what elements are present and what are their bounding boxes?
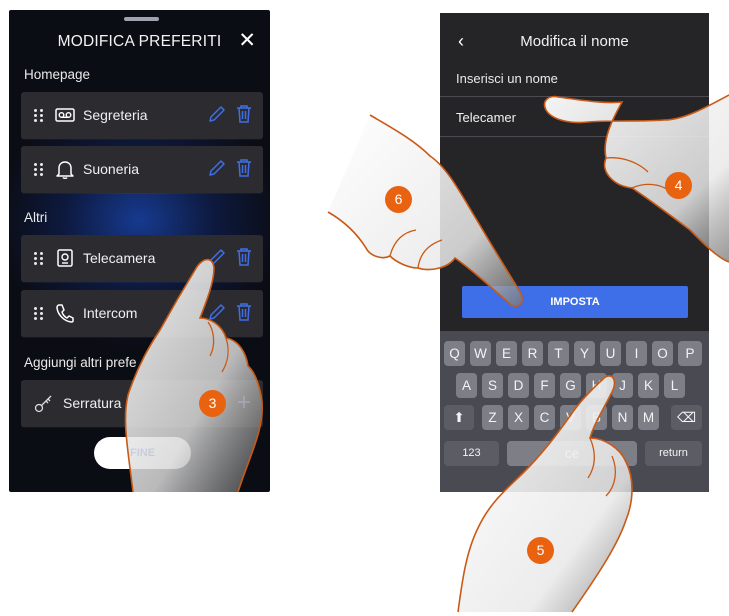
key-k[interactable]: K: [638, 373, 659, 398]
key-l[interactable]: L: [664, 373, 685, 398]
key-o[interactable]: O: [652, 341, 673, 366]
key-r[interactable]: R: [522, 341, 543, 366]
step-badge: 5: [527, 537, 554, 564]
favorite-item-telecamera: Telecamera: [21, 235, 263, 282]
drag-handle[interactable]: [124, 17, 159, 21]
key-t[interactable]: T: [548, 341, 569, 366]
edit-pencil-icon[interactable]: [207, 104, 227, 124]
trash-icon[interactable]: [235, 158, 253, 178]
key-n[interactable]: N: [612, 405, 633, 430]
key-w[interactable]: W: [470, 341, 491, 366]
imposta-button[interactable]: IMPOSTA: [462, 286, 688, 318]
section-aggiungi: Aggiungi altri prefe: [24, 355, 137, 370]
backspace-key[interactable]: ⌫: [671, 405, 702, 430]
key-q[interactable]: Q: [444, 341, 465, 366]
section-homepage: Homepage: [24, 67, 91, 82]
name-input[interactable]: Telecamer: [456, 110, 516, 125]
shift-key[interactable]: ⬆: [444, 405, 474, 430]
page-title: MODIFICA PREFERITI: [57, 33, 222, 50]
space-key[interactable]: ce: [507, 441, 637, 466]
divider: [440, 96, 709, 97]
key-u[interactable]: U: [600, 341, 621, 366]
voicemail-icon: [55, 108, 75, 122]
camera-icon: [57, 249, 73, 267]
key-s[interactable]: S: [482, 373, 503, 398]
favorite-item-label: Segreteria: [83, 107, 148, 123]
divider: [440, 136, 709, 137]
step-badge: 3: [199, 390, 226, 417]
favorite-item-segreteria: Segreteria: [21, 92, 263, 139]
edit-pencil-icon[interactable]: [207, 158, 227, 178]
key-e[interactable]: E: [496, 341, 517, 366]
key-a[interactable]: A: [456, 373, 477, 398]
key-f[interactable]: F: [534, 373, 555, 398]
key-y[interactable]: Y: [574, 341, 595, 366]
trash-icon[interactable]: [235, 302, 253, 322]
on-screen-keyboard: Q W E R T Y U I O P A S D F G H J K L ⬆ …: [440, 331, 709, 492]
key-c[interactable]: C: [534, 405, 555, 430]
field-label: Inserisci un nome: [456, 71, 558, 86]
step-badge: 6: [385, 186, 412, 213]
bell-icon: [56, 161, 74, 180]
key-p[interactable]: P: [678, 341, 702, 366]
fine-button[interactable]: FINE: [94, 437, 191, 469]
rename-screen: ‹ Modifica il nome Inserisci un nome Tel…: [440, 13, 709, 492]
add-icon[interactable]: [235, 392, 253, 412]
favorite-item-label: Intercom: [83, 305, 138, 321]
key-icon: [34, 395, 52, 413]
drag-handle-icon[interactable]: [34, 307, 46, 321]
key-h[interactable]: H: [586, 373, 607, 398]
key-b[interactable]: B: [586, 405, 607, 430]
return-key[interactable]: return: [645, 441, 702, 466]
page-title: Modifica il nome: [520, 33, 629, 50]
trash-icon[interactable]: [235, 247, 253, 267]
key-i[interactable]: I: [626, 341, 647, 366]
favorite-item-label: Suoneria: [83, 161, 140, 177]
trash-icon[interactable]: [235, 104, 253, 124]
key-d[interactable]: D: [508, 373, 529, 398]
favorite-item-serratura: Serratura: [21, 380, 263, 427]
key-m[interactable]: M: [638, 405, 659, 430]
favorites-edit-screen: MODIFICA PREFERITI ✕ Homepage Segreteria…: [9, 10, 270, 492]
close-icon[interactable]: ✕: [238, 30, 256, 51]
section-altri: Altri: [24, 210, 48, 225]
edit-pencil-icon[interactable]: [207, 247, 227, 267]
favorite-item-label: Serratura: [63, 395, 122, 411]
key-j[interactable]: J: [612, 373, 633, 398]
drag-handle-icon[interactable]: [34, 109, 46, 123]
favorite-item-intercom: Intercom: [21, 290, 263, 337]
key-v[interactable]: V: [560, 405, 581, 430]
key-g[interactable]: G: [560, 373, 581, 398]
step-badge: 4: [665, 172, 692, 199]
phone-icon: [56, 304, 74, 323]
favorite-item-label: Telecamera: [83, 250, 156, 266]
drag-handle-icon[interactable]: [34, 163, 46, 177]
key-z[interactable]: Z: [482, 405, 503, 430]
numbers-key[interactable]: 123: [444, 441, 499, 466]
favorite-item-suoneria: Suoneria: [21, 146, 263, 193]
key-x[interactable]: X: [508, 405, 529, 430]
drag-handle-icon[interactable]: [34, 252, 46, 266]
edit-pencil-icon[interactable]: [207, 302, 227, 322]
